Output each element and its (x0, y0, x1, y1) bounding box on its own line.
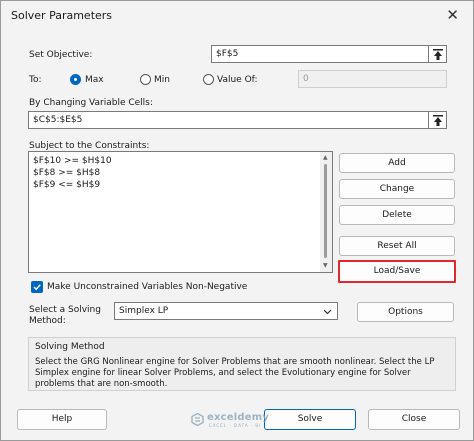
constraint-item[interactable]: $F$8 >= $H$8 (33, 168, 100, 178)
value-of-radio[interactable] (203, 74, 214, 85)
value-of-value: 0 (303, 74, 309, 84)
set-objective-input[interactable]: $F$5 (211, 45, 429, 63)
help-button[interactable]: Help (17, 409, 107, 430)
changing-cells-collapse-button[interactable] (429, 111, 447, 129)
solving-method-description: Select the GRG Nonlinear engine for Solv… (35, 357, 435, 389)
solving-method-group-title: Solving Method (35, 342, 105, 352)
constraints-list[interactable]: $F$10 >= $H$10 $F$8 >= $H$8 $F$9 <= $H$9… (28, 151, 333, 273)
solving-method-select[interactable]: Simplex LP (114, 302, 338, 320)
checkmark-icon (33, 284, 41, 291)
solving-method-label-line1: Select a Solving (29, 305, 101, 315)
close-button[interactable]: Close (368, 409, 460, 430)
load-save-button[interactable]: Load/Save (338, 260, 456, 283)
watermark-tagline: EXCEL · DATA · BI (209, 424, 262, 429)
max-radio[interactable] (70, 74, 81, 85)
set-objective-label: Set Objective: (29, 50, 93, 60)
min-radio[interactable] (140, 74, 151, 85)
value-of-input[interactable]: 0 (298, 70, 447, 88)
changing-cells-input[interactable]: $C$5:$E$5 (28, 111, 429, 129)
reset-all-button[interactable]: Reset All (339, 236, 455, 256)
max-label: Max (85, 75, 104, 85)
exceldemy-watermark: exceldemy EXCEL · DATA · BI (191, 412, 301, 429)
solving-method-label-line2: Method: (29, 316, 66, 326)
changing-cells-value: $C$5:$E$5 (33, 115, 83, 125)
constraint-item[interactable]: $F$9 <= $H$9 (33, 180, 100, 190)
window-title: Solver Parameters (11, 9, 113, 22)
exceldemy-logo-icon (191, 413, 204, 426)
collapse-dialog-icon (433, 115, 443, 126)
title-bar: Solver Parameters ✕ (1, 1, 473, 31)
constraints-scrollbar[interactable]: ▲ ▼ (320, 152, 332, 272)
value-of-label: Value Of: (217, 75, 258, 85)
nonnegative-checkbox[interactable] (31, 281, 43, 293)
set-objective-collapse-button[interactable] (429, 45, 447, 63)
scroll-up-icon[interactable]: ▲ (323, 154, 328, 161)
constraint-item[interactable]: $F$10 >= $H$10 (33, 156, 112, 166)
options-button[interactable]: Options (357, 302, 454, 322)
scrollbar-thumb[interactable] (324, 164, 327, 258)
nonnegative-label: Make Unconstrained Variables Non-Negativ… (47, 282, 248, 292)
change-button[interactable]: Change (339, 179, 455, 199)
chevron-down-icon (323, 309, 332, 315)
solving-method-value: Simplex LP (119, 306, 169, 316)
scroll-down-icon[interactable]: ▼ (323, 262, 328, 269)
min-label: Min (154, 75, 170, 85)
solving-method-group: Solving Method Select the GRG Nonlinear … (28, 337, 456, 391)
to-label: To: (29, 75, 42, 85)
watermark-name: exceldemy (207, 412, 270, 423)
solver-parameters-dialog: Solver Parameters ✕ Set Objective: $F$5 … (0, 0, 474, 441)
delete-button[interactable]: Delete (339, 205, 455, 225)
set-objective-value: $F$5 (216, 49, 239, 59)
close-icon[interactable]: ✕ (446, 6, 459, 24)
constraints-label: Subject to the Constraints: (29, 141, 150, 151)
add-button[interactable]: Add (339, 153, 455, 173)
collapse-dialog-icon (433, 49, 443, 60)
changing-cells-label: By Changing Variable Cells: (29, 98, 153, 108)
